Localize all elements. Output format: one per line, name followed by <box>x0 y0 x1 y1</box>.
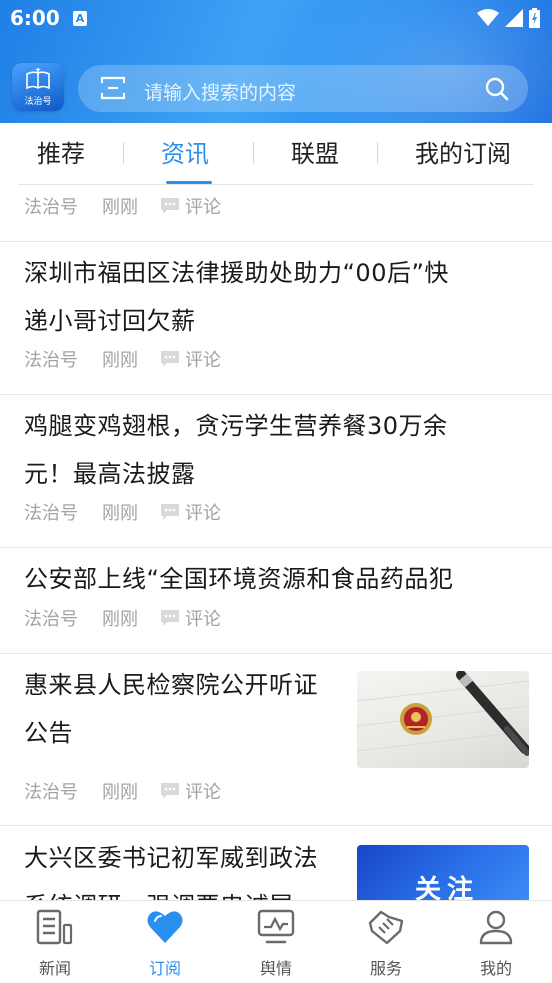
heart-icon <box>147 911 183 943</box>
nav-news[interactable]: 新闻 <box>15 907 95 979</box>
comment-button[interactable]: 评论 <box>160 499 221 525</box>
bottom-navigation: 新闻 订阅 舆情 服务 我的 <box>0 900 552 983</box>
nav-services[interactable]: 服务 <box>346 907 426 979</box>
status-bar: 6:00 A <box>0 0 552 40</box>
article-title-line: 惠来县人民检察院公开听证 <box>24 671 318 699</box>
nav-public-opinion[interactable]: 舆情 <box>236 907 316 979</box>
user-icon <box>479 910 513 945</box>
article-title[interactable]: 深圳市福田区法律援助处助力“00后”快 递小哥讨回欠薪 <box>24 249 449 345</box>
article-title[interactable]: 惠来县人民检察院公开听证 公告 <box>24 661 318 757</box>
article-time: 刚刚 <box>102 350 138 371</box>
scan-icon[interactable] <box>100 76 126 100</box>
comment-icon <box>161 610 179 626</box>
app-logo[interactable]: 法治号 <box>12 63 64 111</box>
article-title-line: 鸡腿变鸡翅根，贪污学生营养餐30万余 <box>24 412 448 440</box>
article-meta: 法治号 刚刚 评论 <box>24 346 221 372</box>
comment-icon <box>161 351 179 367</box>
article-title-line: 元！最高法披露 <box>24 460 196 488</box>
article-title-line: 公告 <box>24 719 73 747</box>
article-title[interactable]: 鸡腿变鸡翅根，贪污学生营养餐30万余 元！最高法披露 <box>24 402 448 498</box>
article-meta: 法治号 刚刚 评论 <box>24 499 221 525</box>
article-title-line: 深圳市福田区法律援助处助力“00后”快 <box>24 259 449 287</box>
article-title-line: 公安部上线“全国环境资源和食品药品犯 <box>24 565 454 593</box>
comment-label: 评论 <box>185 197 221 218</box>
nav-profile[interactable]: 我的 <box>456 907 536 979</box>
tab-divider <box>377 142 378 164</box>
comment-label: 评论 <box>185 503 221 524</box>
signal-icon <box>505 9 523 27</box>
wifi-icon <box>477 9 499 26</box>
comment-icon <box>161 783 179 799</box>
monitor-icon <box>257 909 295 944</box>
article-source: 法治号 <box>24 350 78 371</box>
logo-text: 法治号 <box>24 97 52 107</box>
handshake-icon <box>368 910 404 945</box>
comment-icon <box>161 504 179 520</box>
tab-alliance[interactable]: 联盟 <box>291 137 339 171</box>
article-title-line: 大兴区委书记初军威到政法 <box>24 844 318 872</box>
badge-and-pen-photo <box>357 671 529 756</box>
article-thumbnail[interactable]: 关注 <box>357 845 529 901</box>
nav-label: 服务 <box>369 959 402 978</box>
article-source: 法治号 <box>24 609 78 630</box>
search-icon[interactable] <box>484 76 510 102</box>
article-source: 法治号 <box>24 197 78 218</box>
nav-subscribe[interactable]: 订阅 <box>125 907 205 979</box>
comment-button[interactable]: 评论 <box>160 605 221 631</box>
app-header: 6:00 A 法治号 请输入搜索的内容 <box>0 0 552 123</box>
divider <box>18 184 534 185</box>
book-logo-icon <box>26 68 50 90</box>
article-source: 法治号 <box>24 503 78 524</box>
tab-my-subscriptions[interactable]: 我的订阅 <box>415 137 511 171</box>
divider <box>0 241 552 242</box>
comment-label: 评论 <box>185 350 221 371</box>
status-icons <box>477 8 540 28</box>
nav-label: 我的 <box>479 959 512 978</box>
article-time: 刚刚 <box>102 197 138 218</box>
news-icon <box>36 909 73 945</box>
nav-label: 舆情 <box>259 959 292 978</box>
article-title-line: 递小哥讨回欠薪 <box>24 307 196 335</box>
divider <box>0 825 552 826</box>
tab-news[interactable]: 资讯 <box>161 137 209 171</box>
article-meta: 法治号 刚刚 评论 <box>24 778 221 804</box>
tab-divider <box>123 142 124 164</box>
comment-label: 评论 <box>185 609 221 630</box>
article-meta: 法治号 刚刚 评论 <box>24 605 221 631</box>
divider <box>0 653 552 654</box>
tab-divider <box>253 142 254 164</box>
battery-icon <box>529 8 540 28</box>
search-bar[interactable]: 请输入搜索的内容 <box>78 65 528 112</box>
status-time: 6:00 <box>10 6 60 30</box>
article-time: 刚刚 <box>102 609 138 630</box>
article-source: 法治号 <box>24 782 78 803</box>
article-title[interactable]: 公安部上线“全国环境资源和食品药品犯 <box>24 555 453 603</box>
thumbnail-text: 关注 <box>415 875 480 901</box>
divider <box>0 547 552 548</box>
comment-icon <box>161 198 179 214</box>
article-time: 刚刚 <box>102 782 138 803</box>
tab-recommend[interactable]: 推荐 <box>37 137 85 171</box>
comment-button[interactable]: 评论 <box>160 778 221 804</box>
article-meta: 法治号 刚刚 评论 <box>24 193 221 219</box>
article-thumbnail[interactable] <box>357 671 529 768</box>
nav-label: 订阅 <box>148 959 181 978</box>
search-input[interactable]: 请输入搜索的内容 <box>144 78 296 105</box>
category-tabs: 推荐 资讯 联盟 我的订阅 <box>0 123 552 185</box>
comment-label: 评论 <box>185 782 221 803</box>
nav-label: 新闻 <box>38 959 71 978</box>
article-time: 刚刚 <box>102 503 138 524</box>
comment-button[interactable]: 评论 <box>160 193 221 219</box>
notification-icon: A <box>73 11 87 26</box>
divider <box>0 394 552 395</box>
comment-button[interactable]: 评论 <box>160 346 221 372</box>
